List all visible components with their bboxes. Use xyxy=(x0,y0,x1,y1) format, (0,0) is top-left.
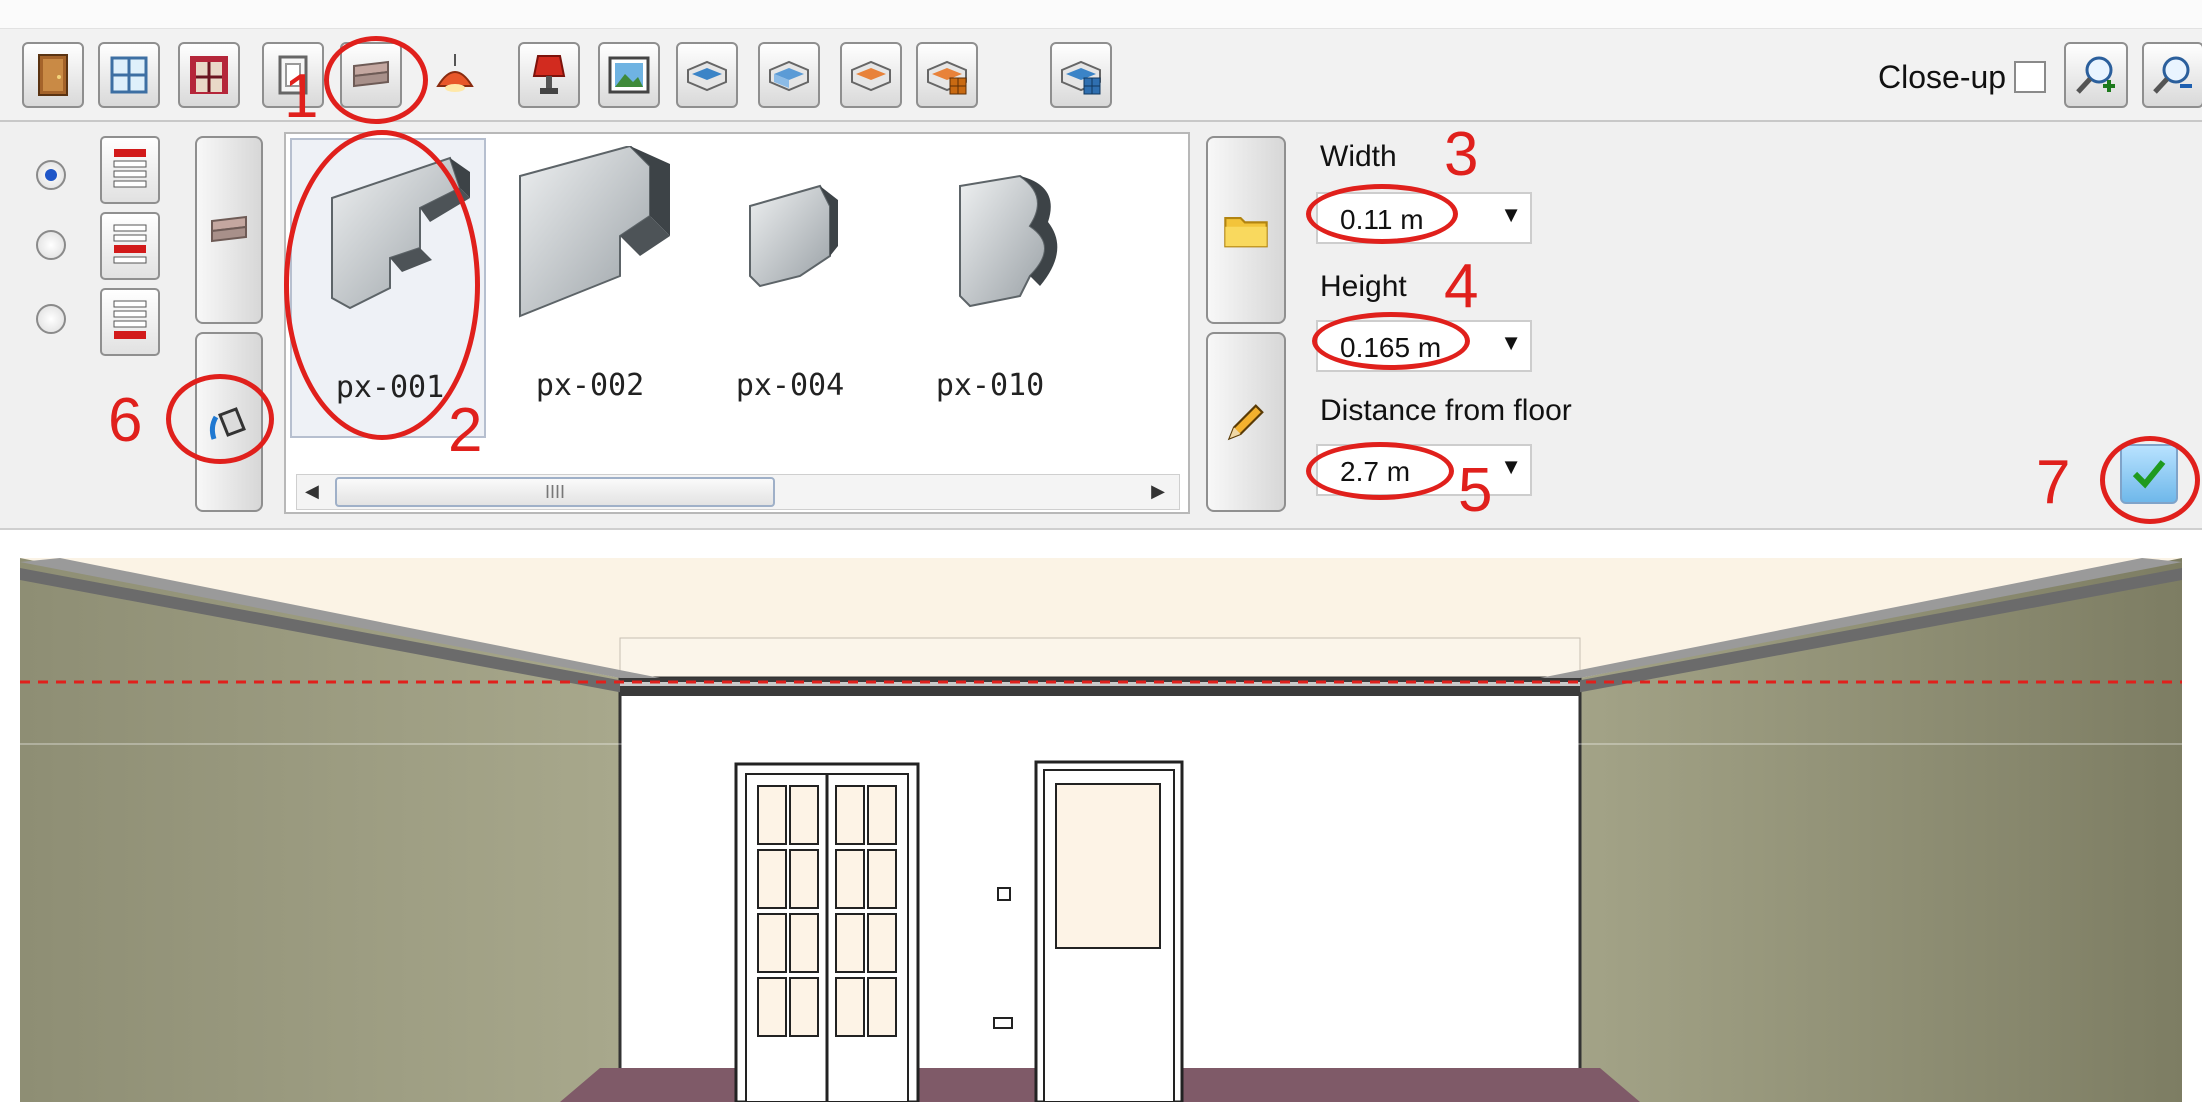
room-ceiling-button[interactable] xyxy=(840,42,902,108)
opening-icon xyxy=(190,56,228,94)
light-switch xyxy=(997,887,1011,901)
closeup-toggle[interactable]: Close-up xyxy=(1878,52,2047,102)
catalog-item[interactable]: px-004 xyxy=(692,138,888,438)
opening-button[interactable] xyxy=(178,42,240,108)
ceiling-lamp-icon xyxy=(436,54,474,92)
wall-lamp-icon xyxy=(532,55,566,94)
zoom-out-button[interactable] xyxy=(2142,42,2202,108)
width-label: Width xyxy=(1320,140,1397,173)
annotation-ring-1 xyxy=(324,36,428,124)
profile-radio-top[interactable] xyxy=(36,160,66,190)
catalog-scrollbar[interactable]: ◀ IIII ▶ xyxy=(296,474,1180,510)
room-wall-button[interactable] xyxy=(676,42,738,108)
scroll-right-icon[interactable]: ▶ xyxy=(1151,481,1165,502)
cornice-icon xyxy=(211,215,247,243)
profile-radio-middle[interactable] xyxy=(36,230,66,260)
catalog-item[interactable]: px-010 xyxy=(892,138,1088,438)
annotation-6: 6 xyxy=(108,386,143,455)
stripes-top-icon xyxy=(113,149,147,188)
chevron-down-icon[interactable]: ▼ xyxy=(1500,454,1522,480)
scroll-left-icon[interactable]: ◀ xyxy=(305,481,319,502)
room-tiles-button[interactable] xyxy=(916,42,978,108)
picture-icon xyxy=(608,56,650,94)
open-folder-button[interactable] xyxy=(1206,136,1286,324)
window-button[interactable] xyxy=(98,42,160,108)
annotation-3: 3 xyxy=(1444,120,1479,189)
folder-icon xyxy=(1224,216,1268,248)
stripes-bottom-icon xyxy=(113,300,147,339)
annotation-ring-2 xyxy=(284,130,480,440)
annotation-ring-4 xyxy=(1312,312,1470,370)
power-outlet xyxy=(993,1017,1013,1029)
pencil-icon xyxy=(1227,404,1264,441)
distance-label: Distance from floor xyxy=(1320,394,1572,427)
annotation-ring-6 xyxy=(166,374,274,464)
annotation-ring-7 xyxy=(2100,436,2200,524)
annotation-ring-5 xyxy=(1306,442,1454,500)
wall-lamp-button[interactable] xyxy=(518,42,580,108)
placement-middle-button[interactable] xyxy=(100,212,160,280)
stripes-middle-icon xyxy=(113,224,147,264)
room-ceiling-icon xyxy=(851,60,891,92)
cornice-type-button[interactable] xyxy=(195,136,263,324)
room-tiles-icon xyxy=(927,60,967,95)
catalog-item-label: px-010 xyxy=(935,368,1045,403)
door-button[interactable] xyxy=(22,42,84,108)
placement-bottom-button[interactable] xyxy=(100,288,160,356)
cornice-profile-thumbnail xyxy=(959,174,1058,308)
cornice-profile-thumbnail xyxy=(749,184,838,288)
chevron-down-icon[interactable]: ▼ xyxy=(1500,202,1522,228)
edit-button[interactable] xyxy=(1206,332,1286,512)
zoom-in-icon xyxy=(2076,56,2115,94)
room-floor-button[interactable] xyxy=(758,42,820,108)
room-3d-view xyxy=(20,558,2182,1102)
profile-radio-bottom[interactable] xyxy=(36,304,66,334)
zoom-in-button[interactable] xyxy=(2064,42,2128,108)
ceiling-lamp-button[interactable] xyxy=(424,42,486,108)
catalog-item-label: px-004 xyxy=(735,368,845,403)
room-preview-canvas[interactable] xyxy=(20,558,2182,1102)
catalog-item[interactable]: px-002 xyxy=(492,138,688,438)
annotation-4: 4 xyxy=(1444,252,1479,321)
room-grid-icon xyxy=(1061,60,1101,95)
zoom-out-icon xyxy=(2153,56,2192,94)
scroll-thumb[interactable]: IIII xyxy=(335,477,775,507)
chevron-down-icon[interactable]: ▼ xyxy=(1500,330,1522,356)
cornice-profile-thumbnail xyxy=(519,146,670,318)
door-icon xyxy=(38,54,68,96)
picture-button[interactable] xyxy=(598,42,660,108)
annotation-ring-3 xyxy=(1306,184,1458,244)
room-floor-icon xyxy=(769,60,809,92)
closeup-checkbox[interactable] xyxy=(2014,61,2047,93)
room-wall-icon xyxy=(687,60,727,92)
room-grid-button[interactable] xyxy=(1050,42,1112,108)
ceiling-inner xyxy=(619,637,1581,679)
window-icon xyxy=(110,56,148,94)
french-door xyxy=(734,762,920,1102)
closeup-label: Close-up xyxy=(1878,58,2007,95)
annotation-2: 2 xyxy=(448,396,483,465)
annotation-1: 1 xyxy=(284,62,319,131)
placement-top-button[interactable] xyxy=(100,136,160,204)
annotation-7: 7 xyxy=(2036,448,2071,517)
annotation-5: 5 xyxy=(1458,456,1493,525)
door xyxy=(1034,760,1184,1102)
catalog-item-label: px-002 xyxy=(535,368,645,403)
height-label: Height xyxy=(1320,270,1407,303)
